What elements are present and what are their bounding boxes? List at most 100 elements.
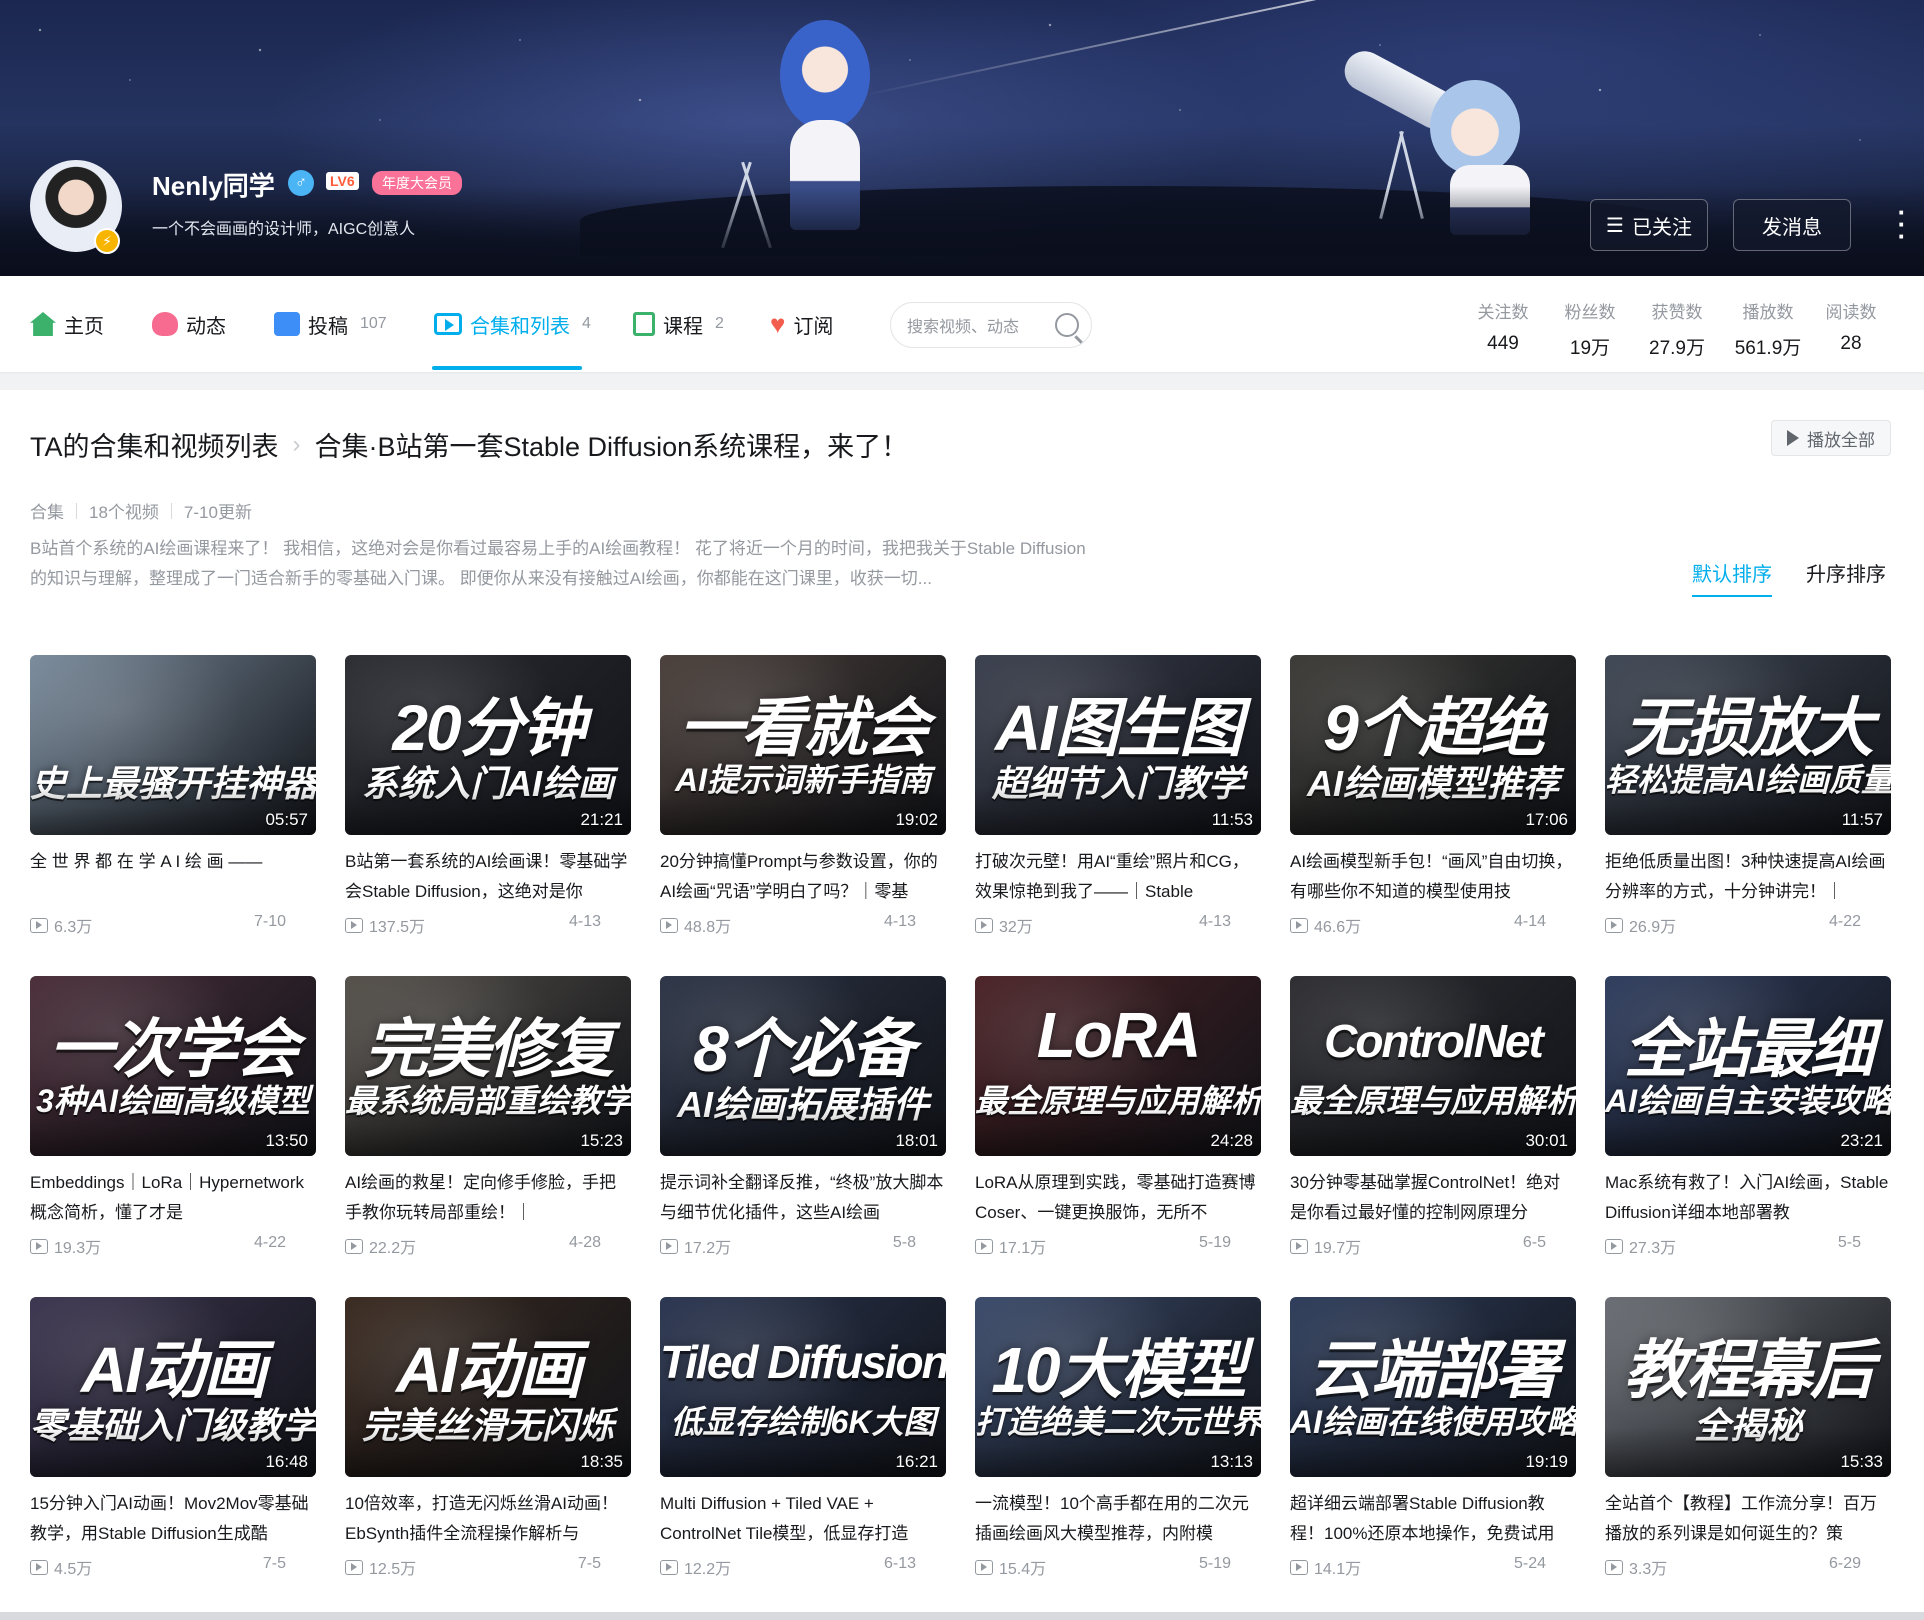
video-thumbnail[interactable]: 全站最细 AI绘画自主安装攻略 23:21 [1605, 976, 1891, 1156]
video-title[interactable]: 拒绝低质量出图！3种快速提高AI绘画分辨率的方式，十分钟讲完！｜ [1605, 847, 1891, 907]
video-thumbnail[interactable]: ControlNet 最全原理与应用解析 30:01 [1290, 976, 1576, 1156]
video-card[interactable]: 完美修复 最系统局部重绘教学 15:23 AI绘画的救星！定向修手修脸，手把手教你玩转… [345, 976, 631, 1258]
stat-label: 获赞数 [1651, 303, 1703, 322]
video-card[interactable]: AI动画 零基础入门级教学 16:48 15分钟入门AI动画！Mov2Mov零基础教学… [30, 1297, 316, 1579]
video-card[interactable]: 一次学会 3种AI绘画高级模型 13:50 Embeddings｜LoRa｜Hyper… [30, 976, 316, 1258]
more-options-icon[interactable]: · · · [1892, 199, 1912, 249]
video-card[interactable]: 20分钟 系统入门AI绘画 21:21 B站第一套系统的AI绘画课！零基础学会Stab… [345, 655, 631, 937]
chevron-right-icon: › [292, 430, 301, 458]
sort-ascending-button[interactable]: 升序排序 [1806, 558, 1886, 587]
search-icon[interactable] [1055, 313, 1079, 337]
username[interactable]: Nenly同学 [152, 166, 275, 203]
stat-following[interactable]: 关注数 449 [1472, 298, 1534, 355]
breadcrumb: TA的合集和视频列表 › 合集·B站第一套Stable Diffusion系统课… [30, 425, 908, 464]
play-all-button[interactable]: 播放全部 [1771, 420, 1891, 456]
stat-label: 阅读数 [1825, 303, 1877, 322]
video-card[interactable]: LoRA 最全原理与应用解析 24:28 LoRA从原理到实践，零基础打造赛博Cose… [975, 976, 1261, 1258]
video-views: 19.7万 [1290, 1234, 1361, 1258]
video-card[interactable]: AI图生图 超细节入门教学 11:53 打破次元壁！用AI“重绘”照片和CG，效果惊艳… [975, 655, 1261, 937]
video-thumbnail[interactable]: Tiled Diffusion 低显存绘制6K大图 16:21 [660, 1297, 946, 1477]
play-count-icon [1290, 1559, 1308, 1575]
video-title[interactable]: Mac系统有救了！入门AI绘画，Stable Diffusion详细本地部署教 [1605, 1168, 1891, 1228]
divider [170, 502, 172, 519]
video-card[interactable]: 全站最细 AI绘画自主安装攻略 23:21 Mac系统有救了！入门AI绘画，Stabl… [1605, 976, 1891, 1258]
video-thumbnail[interactable]: AI动画 零基础入门级教学 16:48 [30, 1297, 316, 1477]
tab-subscriptions[interactable]: ♥ 订阅 [770, 276, 833, 372]
video-views: 17.2万 [660, 1234, 731, 1258]
breadcrumb-root[interactable]: TA的合集和视频列表 [30, 425, 279, 464]
video-title[interactable]: 30分钟零基础掌握ControlNet！绝对是你看过最好懂的控制网原理分 [1290, 1168, 1576, 1228]
video-footer: 15.4万 5-19 [975, 1555, 1261, 1579]
video-title[interactable]: 全站首个【教程】工作流分享！百万播放的系列课是如何诞生的？策 [1605, 1489, 1891, 1549]
video-thumbnail[interactable]: 史上最骚开挂神器 05:57 [30, 655, 316, 835]
play-count-icon [975, 1238, 993, 1254]
video-title[interactable]: 20分钟搞懂Prompt与参数设置，你的AI绘画“咒语”学明白了吗？｜零基 [660, 847, 946, 907]
video-title[interactable]: 全 世 界 都 在 学 A I 绘 画 —— [30, 847, 316, 907]
video-thumbnail[interactable]: 一看就会 AI提示词新手指南 19:02 [660, 655, 946, 835]
stat-followers[interactable]: 粉丝数 19万 [1559, 298, 1621, 360]
video-views: 32万 [975, 913, 1033, 937]
video-title[interactable]: 10倍效率，打造无闪烁丝滑AI动画！EbSynth插件全流程操作解析与 [345, 1489, 631, 1549]
tab-dynamic[interactable]: 动态 [152, 276, 226, 372]
view-count: 14.1万 [1314, 1561, 1362, 1578]
video-title[interactable]: AI绘画的救星！定向修手修脸，手把手教你玩转局部重绘！｜ [345, 1168, 631, 1228]
play-count-icon [1290, 1238, 1308, 1254]
video-card[interactable]: Tiled Diffusion 低显存绘制6K大图 16:21 Multi Diffu… [660, 1297, 946, 1579]
video-card[interactable]: AI动画 完美丝滑无闪烁 18:35 10倍效率，打造无闪烁丝滑AI动画！EbSynt… [345, 1297, 631, 1579]
tab-home[interactable]: 主页 [30, 276, 104, 372]
video-card[interactable]: 云端部署 AI绘画在线使用攻略 19:19 超详细云端部署Stable Diffusi… [1290, 1297, 1576, 1579]
video-date: 6-13 [883, 1555, 916, 1572]
video-card[interactable]: ControlNet 最全原理与应用解析 30:01 30分钟零基础掌握Control… [1290, 976, 1576, 1258]
video-title[interactable]: AI绘画模型新手包！“画风”自由切换，有哪些你不知道的模型使用技 [1290, 847, 1576, 907]
sort-default-button[interactable]: 默认排序 [1692, 558, 1772, 597]
video-thumbnail[interactable]: 完美修复 最系统局部重绘教学 15:23 [345, 976, 631, 1156]
followed-button[interactable]: ☰ 已关注 [1590, 199, 1708, 251]
tab-uploads[interactable]: 投稿 107 [274, 276, 387, 372]
video-thumbnail[interactable]: 20分钟 系统入门AI绘画 21:21 [345, 655, 631, 835]
video-card[interactable]: 9个超绝 AI绘画模型推荐 17:06 AI绘画模型新手包！“画风”自由切换，有哪些你… [1290, 655, 1576, 937]
video-views: 15.4万 [975, 1555, 1046, 1579]
video-duration: 24:28 [1210, 1131, 1253, 1150]
video-card[interactable]: 10大模型 打造绝美二次元世界 13:13 一流模型！10个高手都在用的二次元插画绘画… [975, 1297, 1261, 1579]
course-icon [633, 312, 655, 336]
video-title[interactable]: 15分钟入门AI动画！Mov2Mov零基础教学，用Stable Diffusio… [30, 1489, 316, 1549]
video-date: 5-19 [1198, 1555, 1231, 1572]
view-count: 26.9万 [1629, 919, 1677, 936]
video-thumbnail[interactable]: 教程幕后 全揭秘 15:33 [1605, 1297, 1891, 1477]
video-title[interactable]: LoRA从原理到实践，零基础打造赛博Coser、一键更换服饰，无所不 [975, 1168, 1261, 1228]
video-title[interactable]: B站第一套系统的AI绘画课！零基础学会Stable Diffusion，这绝对是… [345, 847, 631, 907]
video-thumbnail[interactable]: LoRA 最全原理与应用解析 24:28 [975, 976, 1261, 1156]
video-thumbnail[interactable]: 10大模型 打造绝美二次元世界 13:13 [975, 1297, 1261, 1477]
video-thumbnail[interactable]: 8个必备 AI绘画拓展插件 18:01 [660, 976, 946, 1156]
vip-badge[interactable]: 年度大会员 [372, 171, 462, 195]
stat-label: 粉丝数 [1564, 303, 1616, 322]
video-thumbnail[interactable]: AI图生图 超细节入门教学 11:53 [975, 655, 1261, 835]
collection-icon [434, 313, 462, 335]
tab-courses[interactable]: 课程 2 [633, 276, 724, 372]
video-footer: 6.3万 7-10 [30, 913, 316, 937]
video-date: 4-13 [1198, 913, 1231, 930]
video-title[interactable]: 打破次元壁！用AI“重绘”照片和CG，效果惊艳到我了——｜Stable [975, 847, 1261, 907]
video-card[interactable]: 无损放大 轻松提高AI绘画质量 11:57 拒绝低质量出图！3种快速提高AI绘画分辨率… [1605, 655, 1891, 937]
video-thumbnail[interactable]: 9个超绝 AI绘画模型推荐 17:06 [1290, 655, 1576, 835]
video-thumbnail[interactable]: 无损放大 轻松提高AI绘画质量 11:57 [1605, 655, 1891, 835]
video-card[interactable]: 8个必备 AI绘画拓展插件 18:01 提示词补全翻译反推，“终极”放大脚本与细节优化… [660, 976, 946, 1258]
video-title[interactable]: 超详细云端部署Stable Diffusion教程！100%还原本地操作，免费试… [1290, 1489, 1576, 1549]
video-title[interactable]: Multi Diffusion + Tiled VAE + ControlNet… [660, 1489, 946, 1549]
video-title[interactable]: 一流模型！10个高手都在用的二次元插画绘画风大模型推荐，内附模 [975, 1489, 1261, 1549]
video-title[interactable]: 提示词补全翻译反推，“终极”放大脚本与细节优化插件，这些AI绘画 [660, 1168, 946, 1228]
video-thumbnail[interactable]: 云端部署 AI绘画在线使用攻略 19:19 [1290, 1297, 1576, 1477]
video-card[interactable]: 教程幕后 全揭秘 15:33 全站首个【教程】工作流分享！百万播放的系列课是如何诞生的… [1605, 1297, 1891, 1579]
video-thumbnail[interactable]: AI动画 完美丝滑无闪烁 18:35 [345, 1297, 631, 1477]
video-views: 17.1万 [975, 1234, 1046, 1258]
video-date: 4-14 [1513, 913, 1546, 930]
video-footer: 22.2万 4-28 [345, 1234, 631, 1258]
send-message-button[interactable]: 发消息 [1733, 199, 1851, 251]
video-card[interactable]: 一看就会 AI提示词新手指南 19:02 20分钟搞懂Prompt与参数设置，你的AI… [660, 655, 946, 937]
tab-collections[interactable]: 合集和列表 4 [434, 276, 591, 372]
view-count: 19.7万 [1314, 1240, 1362, 1257]
video-card[interactable]: 史上最骚开挂神器 05:57 全 世 界 都 在 学 A I 绘 画 —— 6.3万 7… [30, 655, 316, 937]
search-input[interactable]: 搜索视频、动态 [890, 302, 1092, 348]
video-title[interactable]: Embeddings｜LoRa｜Hypernetwork概念简析，懂了才是 [30, 1168, 316, 1228]
video-thumbnail[interactable]: 一次学会 3种AI绘画高级模型 13:50 [30, 976, 316, 1156]
